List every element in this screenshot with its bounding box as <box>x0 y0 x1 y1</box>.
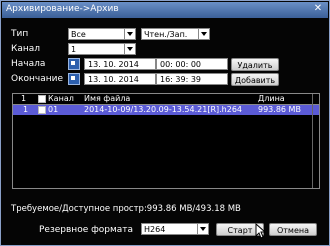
end-date-field[interactable]: 13. 10. 2014 <box>84 73 156 85</box>
channel-select[interactable]: 1 <box>68 43 136 55</box>
channel-select-value: 1 <box>71 45 77 54</box>
file-table: 1 Канал Имя файла Длина 1 01 2014-10-09/… <box>12 93 320 189</box>
chevron-down-icon <box>124 29 135 39</box>
header-num: 1 <box>21 94 27 103</box>
format-label: Резервное формата <box>39 225 134 235</box>
start-time-field[interactable]: 00: 00: 00 <box>156 58 228 70</box>
format-select-value: H264 <box>144 225 166 234</box>
header-filename: Имя файла <box>84 94 131 103</box>
table-row[interactable]: 1 01 2014-10-09/13.20.09-13.54.21[R].h26… <box>13 105 319 115</box>
type-label: Тип <box>11 29 29 39</box>
row-num: 1 <box>23 105 29 114</box>
row-filename: 2014-10-09/13.20.09-13.54.21[R].h264 <box>84 105 243 114</box>
chevron-down-icon <box>124 44 135 54</box>
add-button[interactable]: Добавить <box>231 73 279 86</box>
end-label: Окончание <box>11 74 64 84</box>
row-channel: 01 <box>48 105 59 114</box>
table-header: 1 Канал Имя файла Длина <box>13 94 319 105</box>
start-label: Начала <box>11 59 46 69</box>
table-scrollbar[interactable] <box>312 94 319 188</box>
format-select[interactable]: H264 <box>141 223 209 235</box>
archive-window: Архивирование->Архив ✕ Тип Все Чтен./Зап… <box>0 0 330 246</box>
channel-label: Канал <box>11 44 41 54</box>
chevron-down-icon <box>198 29 209 39</box>
calendar-icon[interactable] <box>68 58 80 70</box>
mode-select-value: Чтен./Зап. <box>144 30 188 39</box>
end-time-field[interactable]: 16: 39: 39 <box>156 73 228 85</box>
space-info: Требуемое/Доступное простр:993.86 MB/493… <box>11 204 241 214</box>
mode-select[interactable]: Чтен./Зап. <box>141 28 210 40</box>
header-length: Длина <box>258 94 285 103</box>
type-select-value: Все <box>71 30 86 39</box>
cancel-button[interactable]: Отмена <box>269 223 317 236</box>
delete-button[interactable]: Удалить <box>231 58 279 71</box>
row-checkbox[interactable] <box>38 106 46 114</box>
start-date-field[interactable]: 13. 10. 2014 <box>84 58 156 70</box>
type-select[interactable]: Все <box>68 28 136 40</box>
header-channel: Канал <box>48 94 74 103</box>
close-icon[interactable]: ✕ <box>312 3 324 15</box>
chevron-down-icon <box>197 224 208 234</box>
title-bar: Архивирование->Архив ✕ <box>2 2 328 18</box>
calendar-icon[interactable] <box>68 73 80 85</box>
mouse-cursor-icon <box>255 223 267 239</box>
select-all-checkbox[interactable] <box>38 95 46 103</box>
window-title: Архивирование->Архив <box>6 4 119 14</box>
row-length: 993.86 MB <box>258 105 301 114</box>
